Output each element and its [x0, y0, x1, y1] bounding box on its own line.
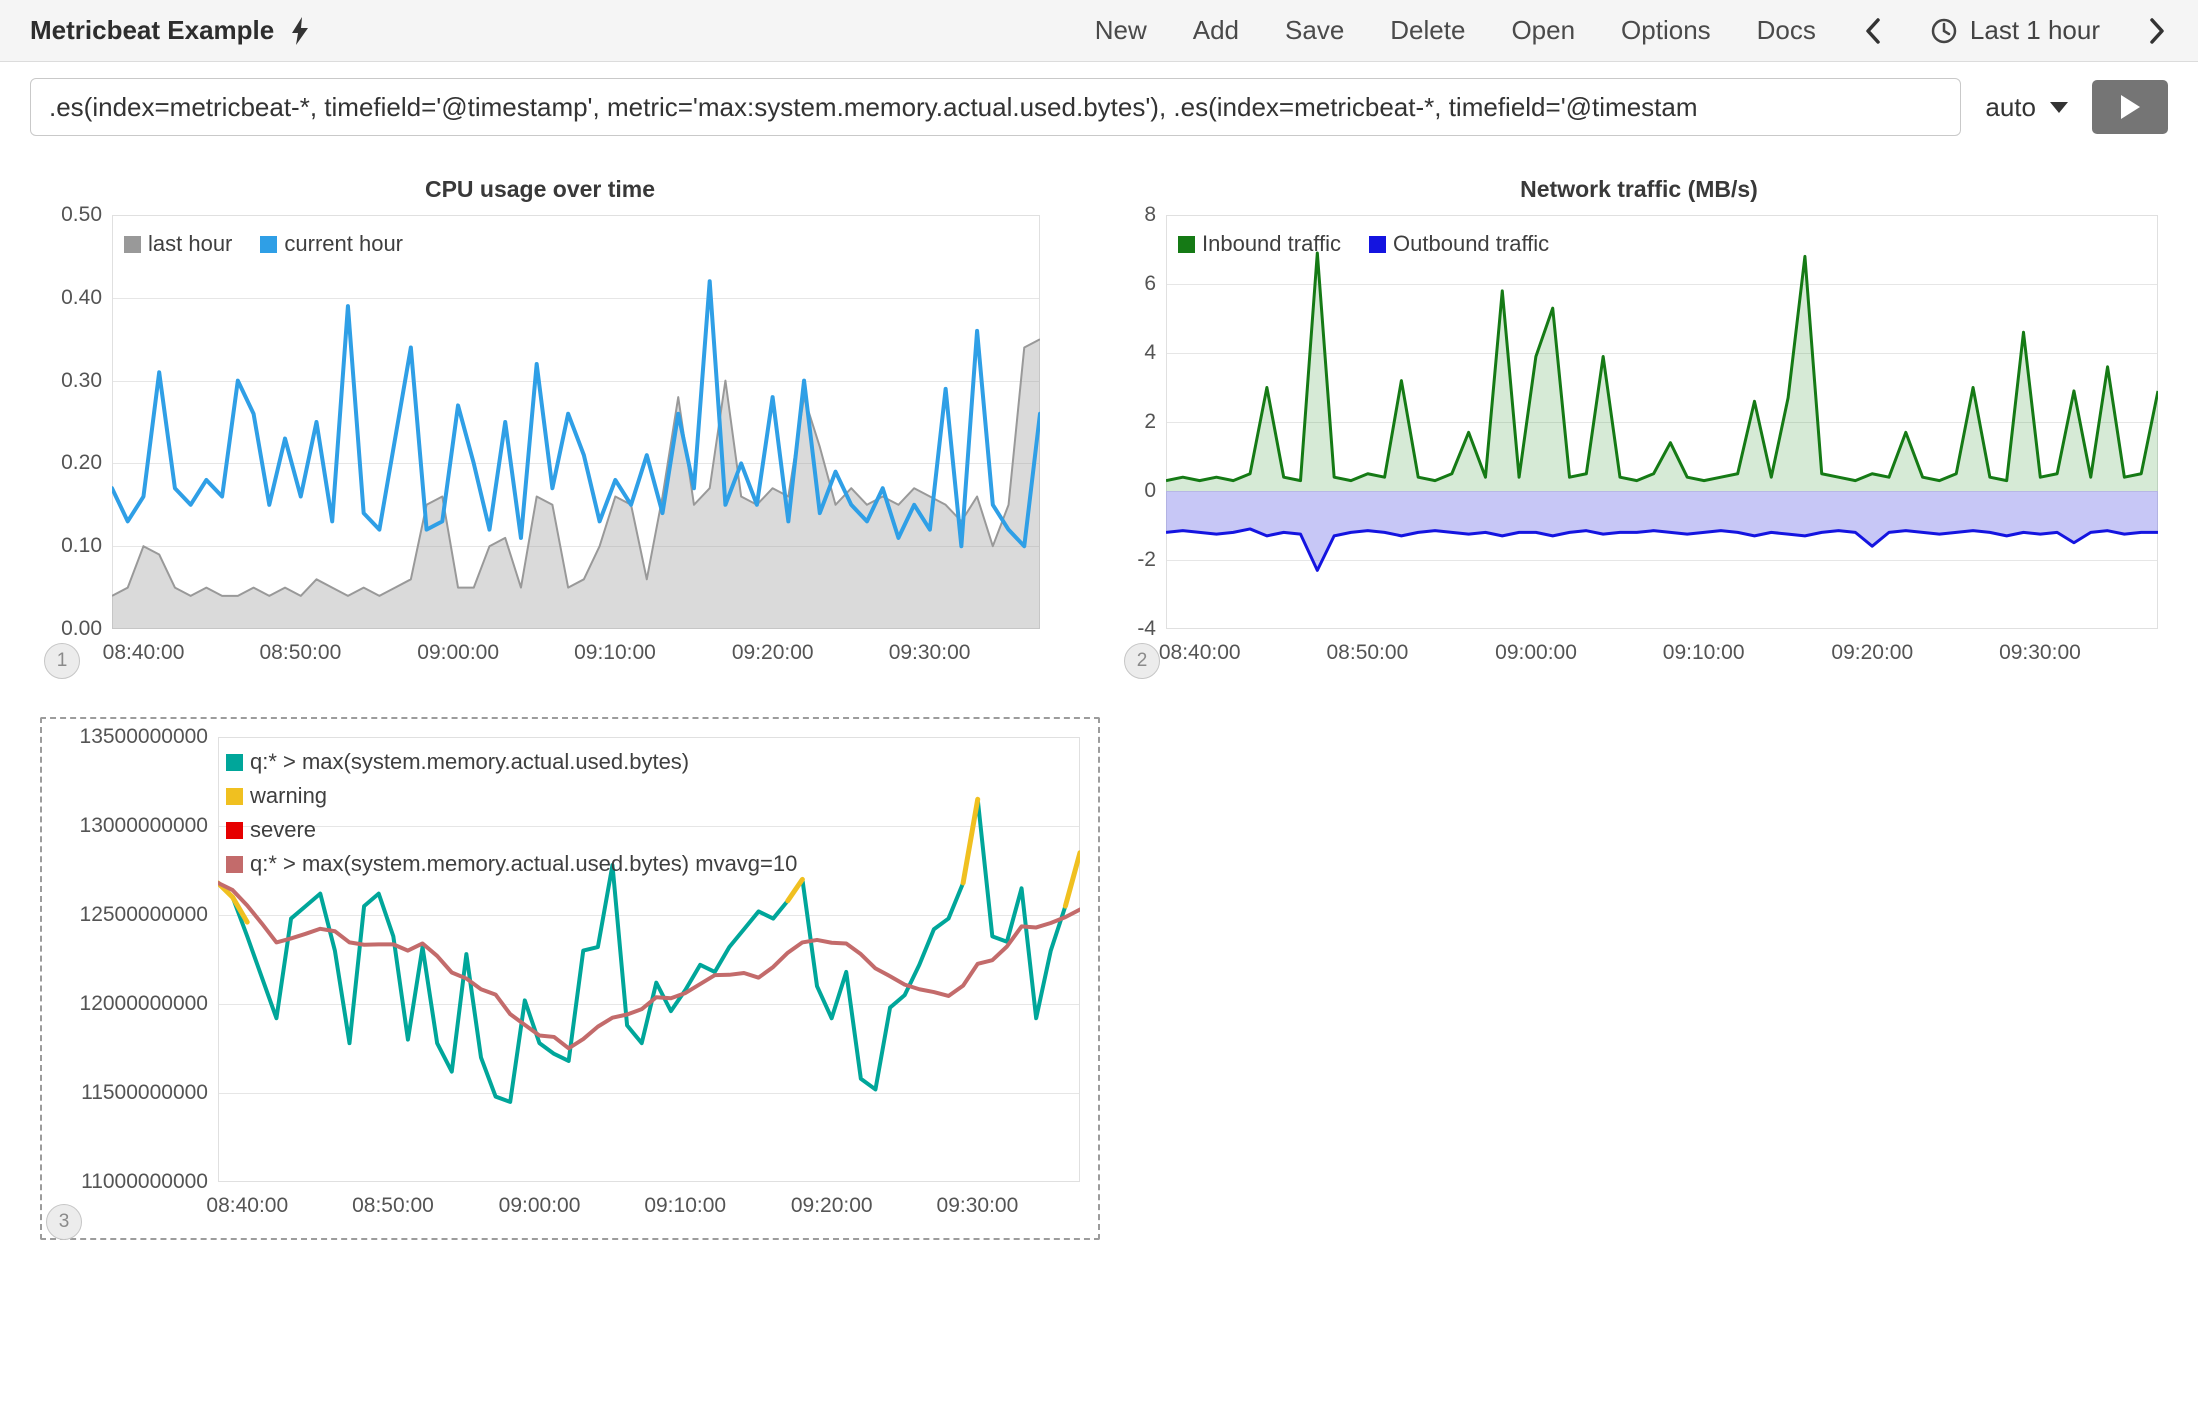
- x-tick-label: 09:00:00: [1495, 641, 1577, 665]
- run-query-button[interactable]: [2092, 80, 2168, 134]
- x-tick-label: 09:10:00: [1663, 641, 1745, 665]
- chart-canvas: [1166, 215, 2158, 629]
- x-tick-label: 09:20:00: [732, 641, 814, 665]
- plot-area: q:* > max(system.memory.actual.used.byte…: [218, 737, 1080, 1182]
- plot-area: Inbound trafficOutbound traffic: [1166, 215, 2158, 629]
- x-axis: 08:40:0008:50:0009:00:0009:10:0009:20:00…: [112, 629, 1040, 677]
- panel-number-badge: 1: [44, 643, 80, 679]
- nav-open-button[interactable]: Open: [1511, 15, 1575, 46]
- bolt-icon: [288, 16, 312, 46]
- x-tick-label: 09:30:00: [937, 1194, 1019, 1218]
- x-tick-label: 08:50:00: [260, 641, 342, 665]
- chevron-right-icon[interactable]: [2146, 16, 2168, 46]
- x-tick-label: 08:40:00: [1159, 641, 1241, 665]
- nav-docs-button[interactable]: Docs: [1757, 15, 1816, 46]
- y-tick-label: 2: [1144, 410, 1156, 434]
- chart-title: CPU usage over time: [40, 176, 1040, 203]
- x-tick-label: 09:20:00: [791, 1194, 873, 1218]
- y-tick-label: -2: [1137, 548, 1156, 572]
- toolbar-title-group: Metricbeat Example: [30, 15, 312, 46]
- y-tick-label: 13500000000: [80, 725, 208, 749]
- y-tick-label: 0.40: [61, 286, 102, 310]
- panel-number-badge: 3: [46, 1204, 82, 1240]
- x-tick-label: 09:10:00: [644, 1194, 726, 1218]
- panel-number-badge: 2: [1124, 643, 1160, 679]
- y-tick-label: 0.50: [61, 203, 102, 227]
- play-icon: [2119, 94, 2141, 120]
- nav-new-button[interactable]: New: [1095, 15, 1147, 46]
- query-bar: auto: [0, 62, 2198, 150]
- chart-panel-cpu-usage[interactable]: CPU usage over time 0.50 0.40 0.30 0.20 0.10…: [40, 176, 1040, 677]
- caret-down-icon: [2050, 102, 2068, 113]
- nav-options-button[interactable]: Options: [1621, 15, 1711, 46]
- interval-select[interactable]: auto: [1979, 92, 2074, 123]
- y-tick-label: 0.20: [61, 451, 102, 475]
- y-axis: 0.500.400.300.200.100.00: [40, 215, 112, 629]
- x-axis: 08:40:0008:50:0009:00:0009:10:0009:20:00…: [218, 1182, 1080, 1230]
- charts-area: CPU usage over time 0.50 0.40 0.30 0.20 0.10…: [0, 150, 2198, 1240]
- x-tick-label: 09:00:00: [417, 641, 499, 665]
- nav-add-button[interactable]: Add: [1193, 15, 1239, 46]
- time-range-label: Last 1 hour: [1970, 15, 2100, 46]
- y-tick-label: 8: [1144, 203, 1156, 227]
- y-axis: 1350000000013000000000125000000001200000…: [52, 737, 218, 1182]
- chart-panel-network-traffic[interactable]: Network traffic (MB/s) 8 6 4 2 0 -2 -4 Inbound…: [1120, 176, 2158, 677]
- chart-title: Network traffic (MB/s): [1120, 176, 2158, 203]
- y-tick-label: 12500000000: [80, 903, 208, 927]
- nav-delete-button[interactable]: Delete: [1390, 15, 1465, 46]
- x-tick-label: 09:00:00: [499, 1194, 581, 1218]
- chart-canvas: [112, 215, 1040, 629]
- y-tick-label: 13000000000: [80, 814, 208, 838]
- y-tick-label: 0.00: [61, 617, 102, 641]
- x-tick-label: 09:20:00: [1831, 641, 1913, 665]
- toolbar: Metricbeat Example New Add Save Delete Open O…: [0, 0, 2198, 62]
- y-tick-label: 11000000000: [81, 1170, 208, 1194]
- y-tick-label: 0.30: [61, 369, 102, 393]
- x-tick-label: 09:30:00: [889, 641, 971, 665]
- y-tick-label: 0: [1144, 479, 1156, 503]
- y-tick-label: 0.10: [61, 534, 102, 558]
- x-tick-label: 08:50:00: [352, 1194, 434, 1218]
- y-tick-label: 12000000000: [80, 992, 208, 1016]
- plot-area: last hourcurrent hour: [112, 215, 1040, 629]
- x-tick-label: 09:10:00: [574, 641, 656, 665]
- app-title: Metricbeat Example: [30, 15, 274, 46]
- y-tick-label: 11500000000: [81, 1081, 208, 1105]
- y-tick-label: 4: [1144, 341, 1156, 365]
- x-tick-label: 09:30:00: [1999, 641, 2081, 665]
- chevron-left-icon[interactable]: [1862, 16, 1884, 46]
- x-tick-label: 08:40:00: [206, 1194, 288, 1218]
- x-axis: 08:40:0008:50:0009:00:0009:10:0009:20:00…: [1166, 629, 2158, 677]
- toolbar-nav: New Add Save Delete Open Options Docs Last 1 h…: [1095, 15, 2168, 46]
- interval-value: auto: [1985, 92, 2036, 123]
- timelion-query-input[interactable]: [30, 78, 1961, 136]
- chart-canvas: [218, 737, 1080, 1182]
- x-tick-label: 08:50:00: [1327, 641, 1409, 665]
- y-axis: 86420-2-4: [1120, 215, 1166, 629]
- y-tick-label: -4: [1137, 617, 1156, 641]
- time-picker[interactable]: Last 1 hour: [1930, 15, 2100, 46]
- y-tick-label: 6: [1144, 272, 1156, 296]
- nav-save-button[interactable]: Save: [1285, 15, 1344, 46]
- chart-panel-memory-selected[interactable]: 13500000000 13000000000 12500000000 1200000…: [40, 717, 1100, 1240]
- x-tick-label: 08:40:00: [103, 641, 185, 665]
- clock-icon: [1930, 17, 1958, 45]
